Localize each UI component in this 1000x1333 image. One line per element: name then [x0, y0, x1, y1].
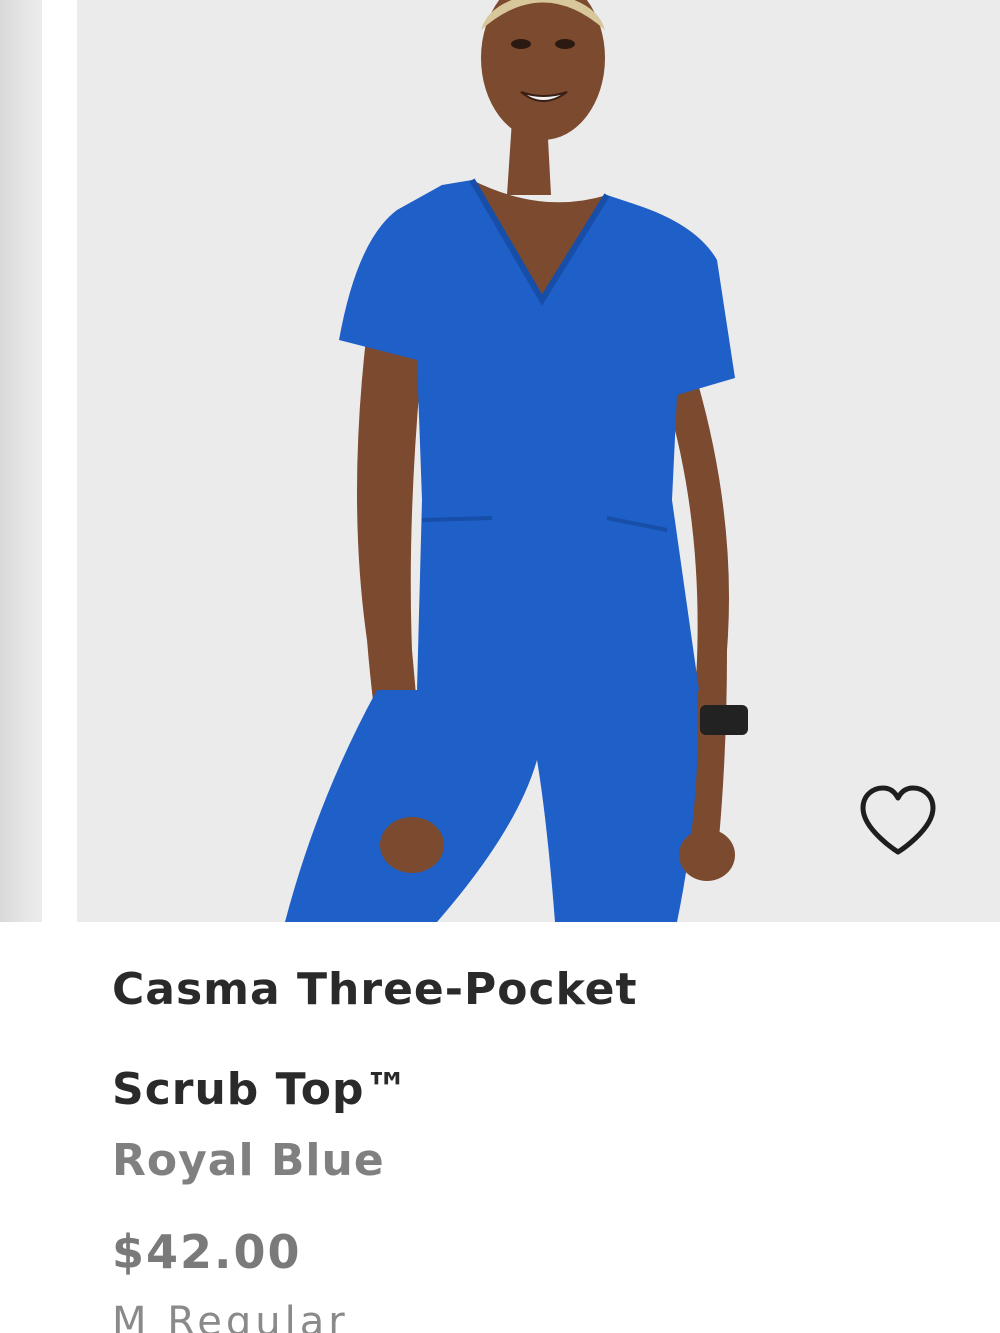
heart-outline-icon [860, 785, 936, 855]
favorite-button[interactable] [855, 782, 941, 860]
product-size-fit: M Regular [112, 1299, 349, 1333]
carousel-gap [42, 0, 77, 922]
product-title-line1: Casma Three-Pocket [112, 964, 638, 1015]
product-info: Casma Three-Pocket Scrub Top™ Royal Blue… [112, 940, 960, 1333]
product-title-line2: Scrub Top™ [112, 1064, 410, 1115]
product-title[interactable]: Casma Three-Pocket Scrub Top™ [112, 940, 960, 1140]
product-price: $42.00 [112, 1225, 302, 1279]
product-card-page: Casma Three-Pocket Scrub Top™ Royal Blue… [0, 0, 1000, 1333]
product-color-name: Royal Blue [112, 1135, 385, 1186]
previous-product-card[interactable] [0, 0, 42, 922]
